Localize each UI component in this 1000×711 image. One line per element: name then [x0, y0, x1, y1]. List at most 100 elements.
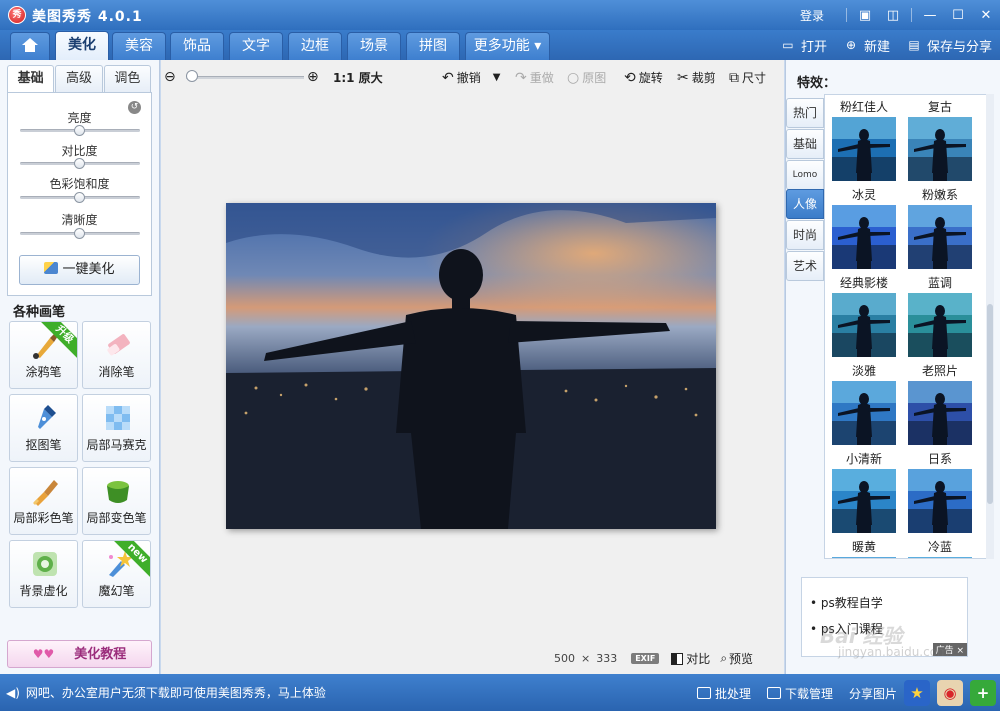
preview-button[interactable]: ⌕ 预览: [720, 650, 753, 667]
effect-item[interactable]: 粉红佳人: [831, 99, 897, 181]
paint-bucket-icon: [107, 481, 129, 503]
status-message[interactable]: ◀) 网吧、办公室用户无须下载即可使用美图秀秀，马上体验: [6, 684, 326, 701]
crop-button[interactable]: ✂ 裁剪: [677, 69, 716, 86]
saturation-thumb[interactable]: [74, 192, 85, 203]
doodle-brush-button[interactable]: 升级 涂鸦笔: [9, 321, 78, 389]
fx-category-art[interactable]: 艺术: [786, 251, 824, 281]
qzone-star-icon[interactable]: ★: [904, 680, 930, 706]
effects-scrollbar[interactable]: [986, 94, 994, 559]
undo-dropdown-icon[interactable]: ▼: [493, 72, 501, 83]
redo-button[interactable]: ↷ 重做: [515, 69, 554, 86]
effect-item[interactable]: 经典影楼: [831, 275, 897, 357]
title-bar: 秀 美图秀秀 4.0.1 登录 ▣ ◫ — ☐ ✕: [0, 0, 1000, 30]
image-height: 333: [596, 652, 618, 665]
tab-more-features[interactable]: 更多功能 ▾: [465, 32, 550, 60]
tab-beautify[interactable]: 美化: [55, 31, 109, 60]
maximize-button[interactable]: ☐: [944, 4, 972, 26]
watermark-url: jingyan.baidu.com: [838, 645, 949, 659]
fx-category-hot[interactable]: 热门: [786, 98, 824, 128]
background-blur-button[interactable]: 背景虚化: [9, 540, 78, 608]
mosaic-brush-button[interactable]: 局部马赛克: [82, 394, 151, 462]
effect-thumbnail: [908, 205, 972, 269]
zoom-in-icon[interactable]: ⊕: [307, 69, 322, 85]
add-share-icon[interactable]: +: [970, 680, 996, 706]
close-button[interactable]: ✕: [972, 4, 1000, 26]
window-controls: 登录 ▣ ◫ — ☐ ✕: [800, 0, 1000, 30]
tab-beauty[interactable]: 美容: [112, 32, 166, 60]
effect-item[interactable]: 冷蓝: [907, 539, 973, 558]
effect-name: 经典影楼: [839, 276, 888, 290]
saturation-label: 色彩饱和度: [49, 177, 110, 191]
image-width: 500: [554, 652, 575, 665]
effect-item[interactable]: 冰灵: [831, 187, 897, 269]
subtab-advanced[interactable]: 高级: [55, 65, 103, 92]
app-logo-icon: 秀: [8, 6, 26, 24]
effects-title: 特效：: [797, 76, 837, 91]
fx-category-fashion[interactable]: 时尚: [786, 220, 824, 250]
effect-item[interactable]: 复古: [907, 99, 973, 181]
fx-category-basic[interactable]: 基础: [786, 129, 824, 159]
zoom-out-icon[interactable]: ⊖: [164, 69, 179, 85]
save-share-button[interactable]: ▤ 保存与分享: [906, 36, 992, 55]
tab-collage[interactable]: 拼图: [406, 32, 460, 60]
photo-canvas[interactable]: [226, 203, 716, 529]
effect-item[interactable]: 粉嫩系: [907, 187, 973, 269]
brightness-thumb[interactable]: [74, 125, 85, 136]
ad-link[interactable]: • ps教程自学: [810, 594, 883, 611]
tab-text[interactable]: 文字: [229, 32, 283, 60]
effect-item[interactable]: 暖黄: [831, 539, 897, 558]
original-button[interactable]: ○ 原图: [567, 69, 606, 86]
home-tab[interactable]: [10, 32, 50, 60]
image-info-bar: 500 × 333 EXIF 对比 ⌕ 预览: [554, 650, 763, 667]
new-button[interactable]: ⊕ 新建: [843, 36, 890, 55]
mosaic-brush-label: 局部马赛克: [86, 438, 147, 452]
batch-process-button[interactable]: 批处理: [696, 685, 751, 702]
canvas-area: ⊖ ⊕ 1:1 原大 ↶ 撤销 ▼ ↷ 重做 ○ 原图 ⟲ 旋转 ✂ 裁剪 ⧉ 尺寸: [161, 60, 784, 674]
local-color-brush-label: 局部彩色笔: [13, 511, 74, 525]
download-manager-button[interactable]: 下载管理: [766, 685, 833, 702]
magic-brush-label: 魔幻笔: [98, 584, 135, 598]
zoom-slider[interactable]: [186, 76, 304, 79]
recolor-brush-button[interactable]: 局部变色笔: [82, 467, 151, 535]
message-icon[interactable]: ▣: [851, 4, 879, 26]
minimize-button[interactable]: —: [916, 4, 944, 26]
resize-button[interactable]: ⧉ 尺寸: [729, 69, 766, 86]
fx-category-lomo[interactable]: Lomo: [786, 160, 824, 190]
weibo-icon[interactable]: ◉: [937, 680, 963, 706]
tab-scene[interactable]: 场景: [347, 32, 401, 60]
one-click-beautify-button[interactable]: 一键美化: [19, 255, 140, 285]
blur-icon: [33, 552, 57, 576]
zoom-thumb[interactable]: [185, 70, 198, 82]
effect-item[interactable]: 淡雅: [831, 363, 897, 445]
actual-size-button[interactable]: 1:1 原大: [333, 69, 383, 86]
effect-thumbnail: [908, 469, 972, 533]
exif-button[interactable]: EXIF: [631, 653, 660, 664]
beautify-tutorial-button[interactable]: ♥♥ 美化教程: [7, 640, 152, 668]
open-button[interactable]: ▭ 打开: [780, 36, 827, 55]
tab-accessories[interactable]: 饰品: [170, 32, 224, 60]
undo-button[interactable]: ↶ 撤销 ▼: [442, 69, 500, 86]
effects-scroll-thumb[interactable]: [987, 304, 993, 504]
contrast-thumb[interactable]: [74, 158, 85, 169]
skin-icon[interactable]: ◫: [879, 4, 907, 26]
paint-brush-icon: [33, 480, 58, 506]
effect-item[interactable]: 蓝调: [907, 275, 973, 357]
eraser-brush-button[interactable]: 消除笔: [82, 321, 151, 389]
effect-item[interactable]: 小清新: [831, 451, 897, 533]
share-image-button[interactable]: 分享图片: [849, 685, 897, 702]
cutout-brush-button[interactable]: 抠图笔: [9, 394, 78, 462]
sharpness-thumb[interactable]: [74, 228, 85, 239]
rotate-button[interactable]: ⟲ 旋转: [624, 69, 663, 86]
local-color-brush-button[interactable]: 局部彩色笔: [9, 467, 78, 535]
subtab-basic[interactable]: 基础: [7, 65, 55, 92]
fx-category-portrait[interactable]: 人像: [786, 189, 824, 219]
original-label: 原图: [582, 71, 607, 85]
subtab-color[interactable]: 调色: [103, 65, 151, 92]
compare-button[interactable]: 对比: [671, 650, 710, 667]
login-link[interactable]: 登录: [800, 7, 824, 24]
tab-frame[interactable]: 边框: [288, 32, 342, 60]
magic-brush-button[interactable]: new 魔幻笔: [82, 540, 151, 608]
effect-item[interactable]: 老照片: [907, 363, 973, 445]
effect-item[interactable]: 日系: [907, 451, 973, 533]
effect-name: 日系: [927, 452, 952, 466]
